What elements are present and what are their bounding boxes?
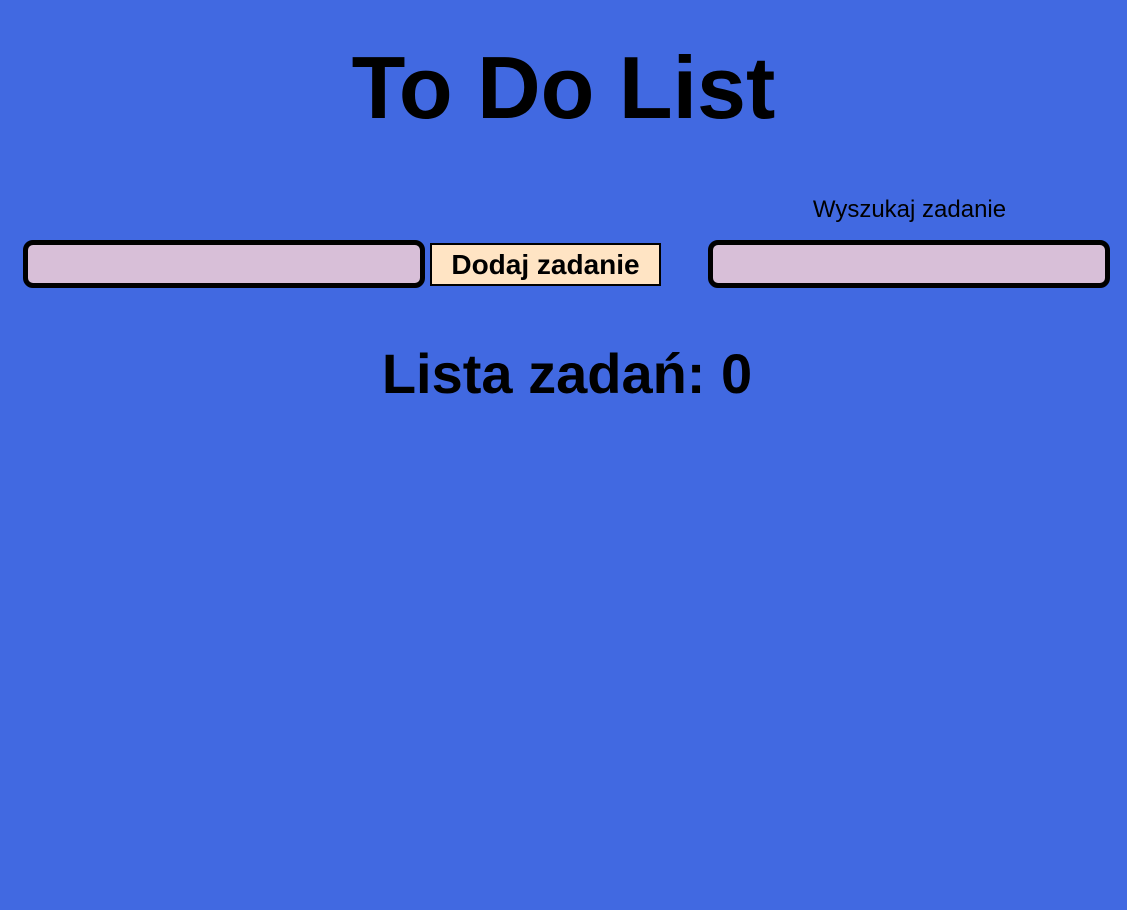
task-list-heading: Lista zadań: 0: [0, 342, 1127, 406]
todo-app: To Do List Wyszukaj zadanie Dodaj zadani…: [0, 0, 1127, 910]
task-list-label: Lista zadań:: [381, 342, 706, 405]
search-input[interactable]: [708, 240, 1110, 288]
add-task-button[interactable]: Dodaj zadanie: [430, 243, 661, 286]
task-count: 0: [721, 342, 753, 405]
search-label: Wyszukaj zadanie: [812, 196, 1007, 223]
page-title: To Do List: [351, 38, 776, 137]
new-task-input[interactable]: [23, 240, 425, 288]
